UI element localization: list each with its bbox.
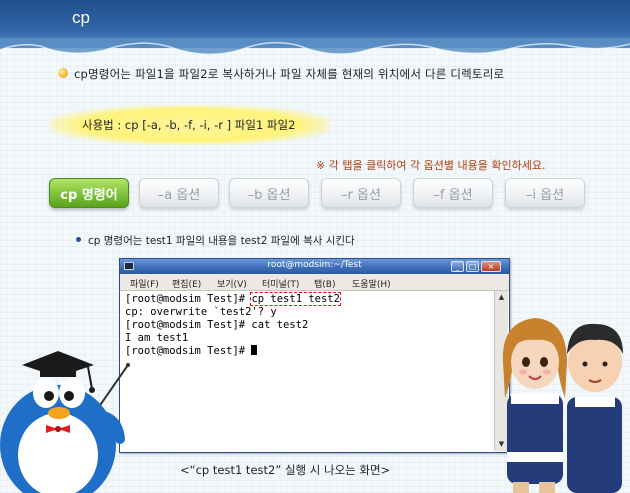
terminal-window: root@modsim:~/Test _ □ × 파일(F) 편집(E) 보기(… [119,258,510,453]
description-bullet-icon [76,237,81,242]
terminal-menubar: 파일(F) 편집(E) 보기(V) 터미널(T) 탭(B) 도움말(H) [120,274,509,291]
terminal-line: [root@modsim Test]# [125,345,493,358]
menu-terminal[interactable]: 터미널(T) [262,277,299,290]
terminal-line: [root@modsim Test]# cp test1 test2 [125,292,493,306]
header-torn-edge [0,38,630,56]
highlighted-command: cp test1 test2 [250,292,341,306]
intro-bullet-icon [58,68,68,78]
intro-text: cp명령어는 파일1을 파일2로 복사하거나 파일 자체를 현재의 위치에서 다… [74,67,505,81]
tab-b-option[interactable]: –b 옵션 [229,178,309,208]
menu-edit[interactable]: 편집(E) [172,277,201,290]
terminal-output[interactable]: [root@modsim Test]# cp test1 test2 cp: o… [125,292,493,451]
description-text: cp 명령어는 test1 파일의 내용을 test2 파일에 복사 시킨다 [88,235,355,247]
tab-a-option[interactable]: –a 옵션 [139,178,219,208]
tab-instruction-note: ※ 각 탭을 클릭하여 각 옵션별 내용을 확인하세요. [316,159,546,172]
page-title: cp [72,8,90,27]
menu-tabs[interactable]: 탭(B) [314,277,335,290]
terminal-prompt: [root@modsim Test]# [125,345,252,357]
penguin-mascot-icon [0,351,130,493]
tab-r-option[interactable]: –r 옵션 [321,178,401,208]
usage-text: 사용법 : cp [-a, -b, -f, -i, -r ] 파일1 파일2 [82,118,296,132]
menu-view[interactable]: 보기(V) [217,277,247,290]
menu-help[interactable]: 도움말(H) [352,277,391,290]
terminal-prompt: [root@modsim Test]# [125,293,252,305]
maximize-icon[interactable]: □ [466,261,479,272]
scroll-up-icon[interactable]: ▲ [496,292,507,302]
minimize-icon[interactable]: _ [451,261,464,272]
terminal-line: I am test1 [125,332,189,344]
terminal-titlebar: root@modsim:~/Test _ □ × [120,259,509,274]
slide-canvas: cp cp명령어는 파일1을 파일2로 복사하거나 파일 자체를 현재의 위치에… [0,0,630,493]
tab-i-option[interactable]: –i 옵션 [505,178,585,208]
close-icon[interactable]: × [481,261,501,272]
students-characters-icon [502,318,623,493]
terminal-line: [root@modsim Test]# cat test2 [125,319,309,331]
tab-cp-command[interactable]: cp 명령어 [49,178,129,208]
tab-f-option[interactable]: –f 옵션 [413,178,493,208]
menu-file[interactable]: 파일(F) [130,277,159,290]
terminal-cursor [251,345,258,355]
figure-caption: <“cp test1 test2” 실행 시 나오는 화면> [180,463,391,477]
terminal-line: cp: overwrite `test2'? y [125,306,277,318]
